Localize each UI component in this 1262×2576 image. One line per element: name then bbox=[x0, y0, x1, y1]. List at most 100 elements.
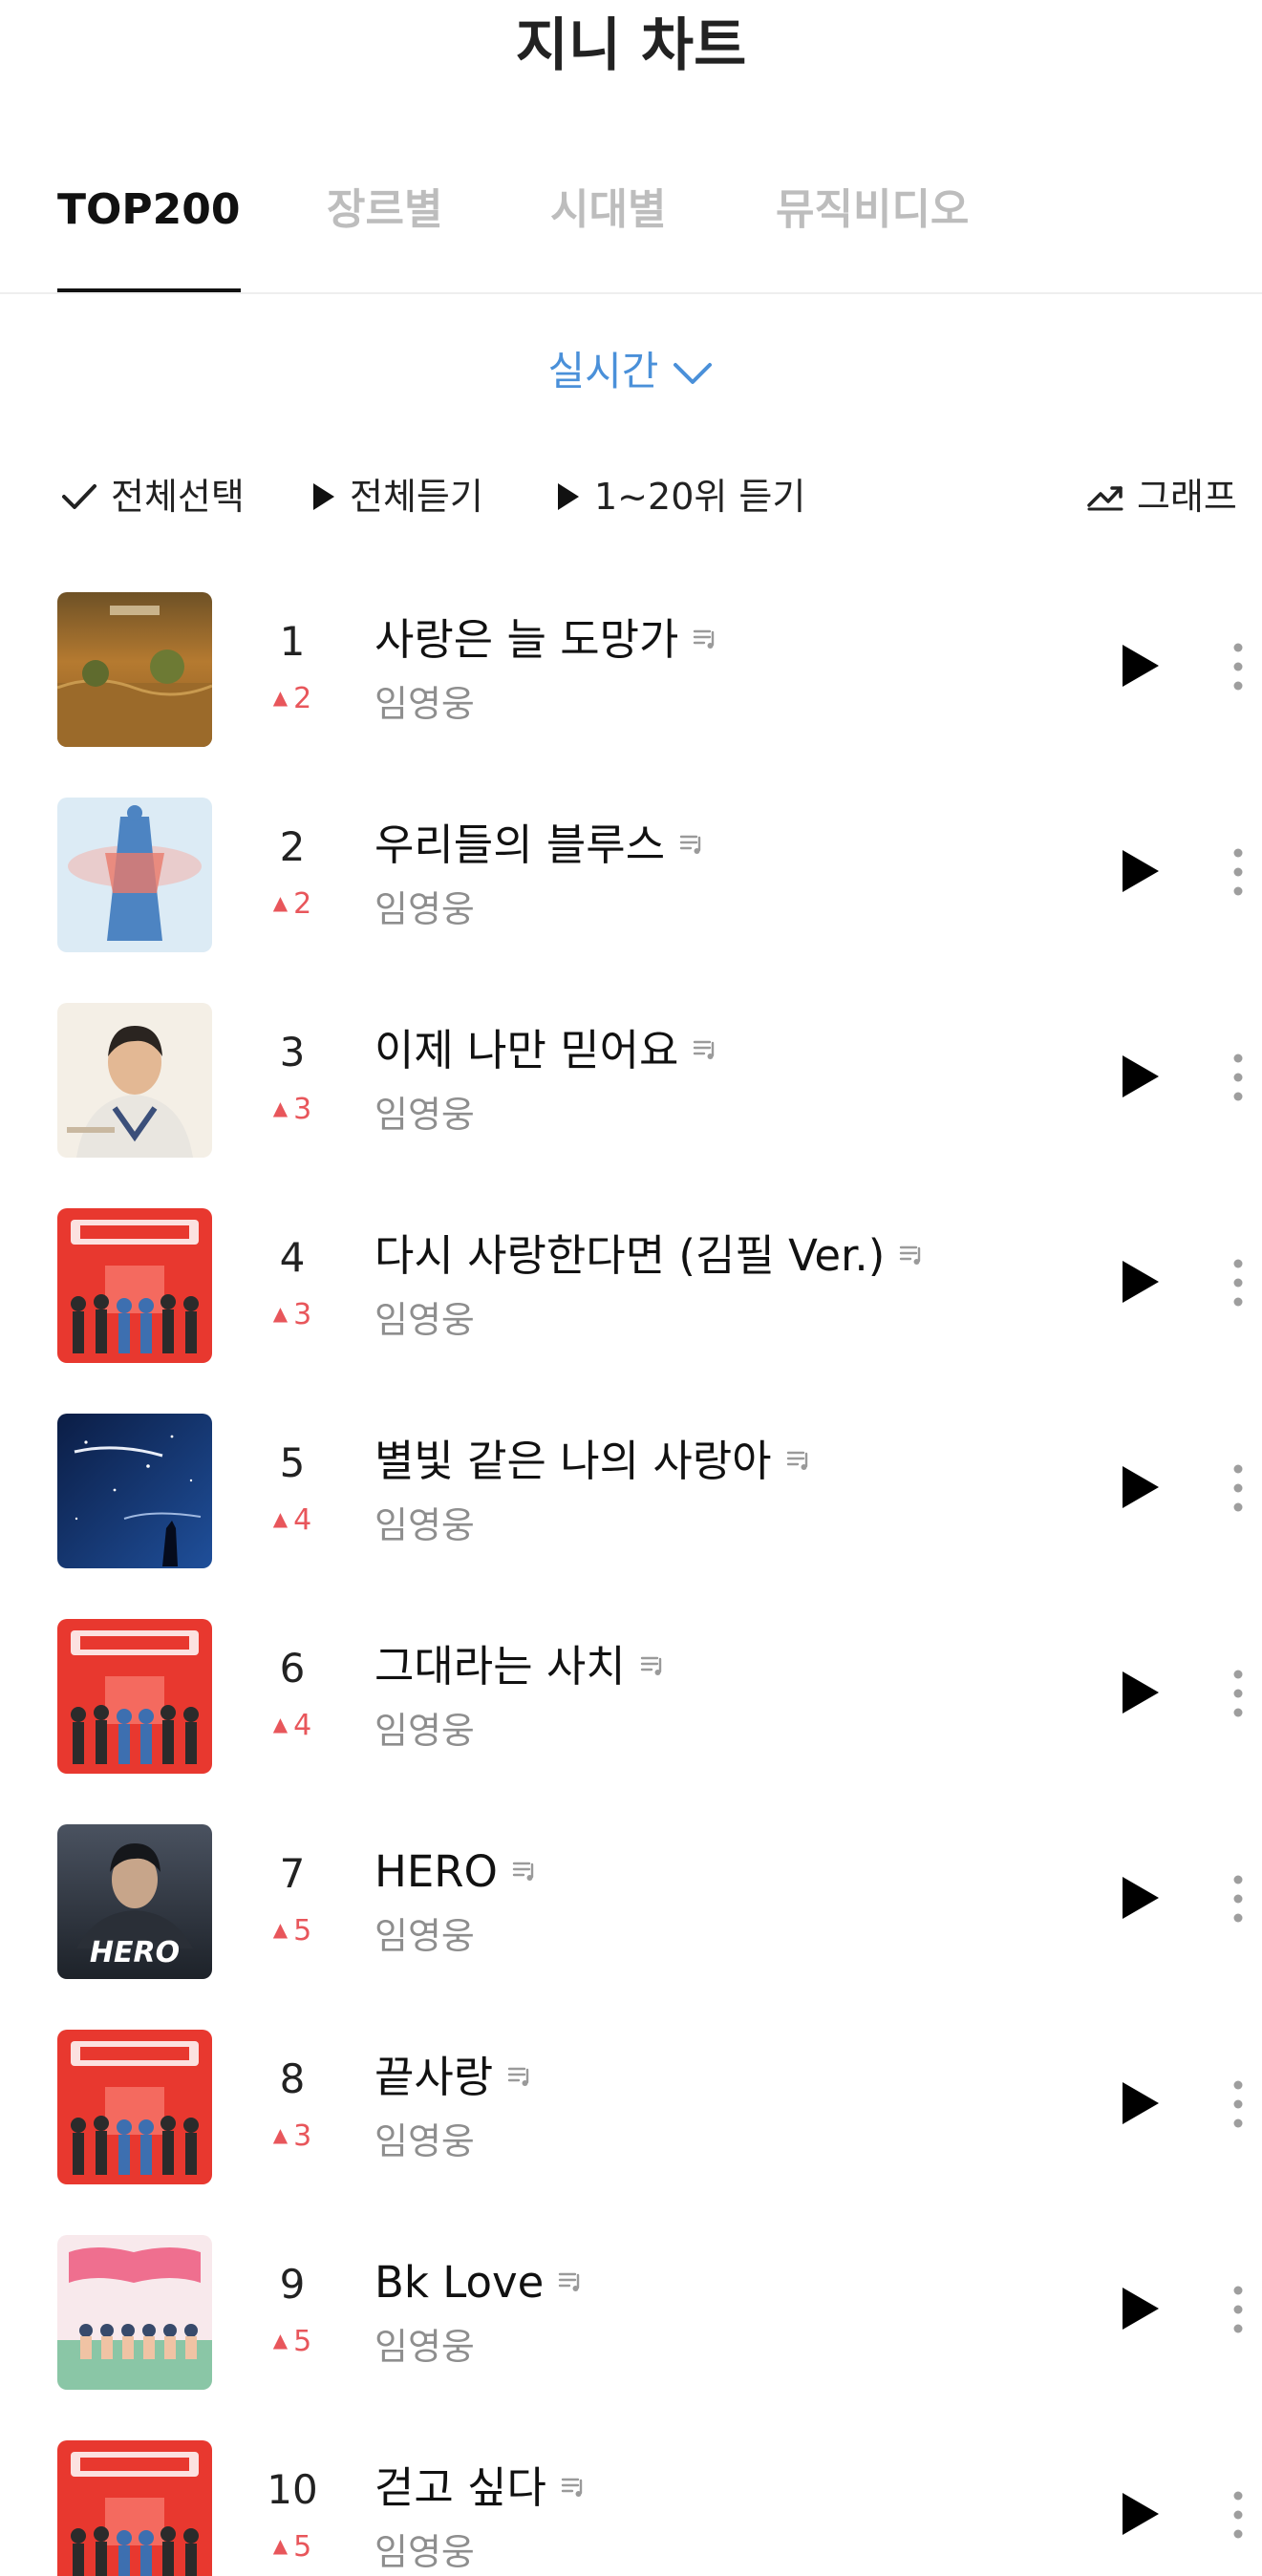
tab-top200[interactable]: TOP200 bbox=[57, 172, 241, 296]
artist-name[interactable]: 임영웅 bbox=[374, 1296, 475, 1344]
song-title: 이제 나만 믿어요 bbox=[374, 1025, 679, 1075]
play-button[interactable] bbox=[1120, 2079, 1162, 2127]
period-selector[interactable]: 실시간 bbox=[0, 338, 1262, 408]
play-button[interactable] bbox=[1120, 1874, 1162, 1922]
chart-row[interactable]: 4 ▲ 3 다시 사랑한다면 (김필 Ver.) 임영웅 bbox=[0, 1189, 1262, 1394]
lyrics-icon[interactable] bbox=[560, 2457, 587, 2514]
tab-era[interactable]: 시대별 bbox=[550, 172, 666, 296]
artist-name[interactable]: 임영웅 bbox=[374, 680, 475, 728]
more-options-icon[interactable] bbox=[1229, 640, 1248, 693]
lyrics-icon[interactable] bbox=[506, 2046, 533, 2103]
chart-row[interactable]: 1 ▲ 2 사랑은 늘 도망가 임영웅 bbox=[0, 573, 1262, 778]
rank-change-value: 5 bbox=[293, 1914, 312, 1948]
album-cover[interactable] bbox=[57, 1003, 212, 1158]
play-top20-label: 1~20위 듣기 bbox=[594, 476, 806, 518]
album-cover[interactable]: HERO bbox=[57, 1824, 212, 1979]
song-title-row[interactable]: 우리들의 블루스 bbox=[374, 817, 705, 877]
lyrics-icon[interactable] bbox=[898, 1224, 925, 1282]
album-cover[interactable] bbox=[57, 798, 212, 952]
song-title-row[interactable]: 걷고 싶다 bbox=[374, 2459, 587, 2520]
artist-name[interactable]: 임영웅 bbox=[374, 1501, 475, 1549]
song-title-row[interactable]: 별빛 같은 나의 사랑아 bbox=[374, 1433, 812, 1493]
song-title-row[interactable]: Bk Love bbox=[374, 2254, 584, 2314]
rank-number: 7 bbox=[279, 1850, 306, 1897]
lyrics-icon[interactable] bbox=[511, 1841, 538, 1898]
chart-row[interactable]: 3 ▲ 3 이제 나만 믿어요 임영웅 bbox=[0, 984, 1262, 1189]
play-button[interactable] bbox=[1120, 1053, 1162, 1100]
play-button[interactable] bbox=[1120, 1463, 1162, 1511]
play-icon bbox=[558, 482, 579, 510]
select-all-button[interactable]: 전체선택 bbox=[61, 458, 245, 535]
song-title-row[interactable]: 다시 사랑한다면 (김필 Ver.) bbox=[374, 1227, 925, 1288]
album-cover[interactable] bbox=[57, 2235, 212, 2390]
rank-change-value: 3 bbox=[293, 2119, 312, 2153]
hero-cover-text: HERO bbox=[90, 1936, 180, 1969]
album-cover[interactable] bbox=[57, 1619, 212, 1774]
more-options-icon[interactable] bbox=[1229, 1461, 1248, 1515]
chart-row[interactable]: 9 ▲ 5 Bk Love 임영웅 bbox=[0, 2216, 1262, 2421]
album-cover[interactable] bbox=[57, 2440, 212, 2576]
more-options-icon[interactable] bbox=[1229, 1872, 1248, 1926]
artist-name[interactable]: 임영웅 bbox=[374, 2118, 475, 2165]
song-title-row[interactable]: HERO bbox=[374, 1843, 538, 1904]
song-title-row[interactable]: 이제 나만 믿어요 bbox=[374, 1022, 718, 1082]
play-all-button[interactable]: 전체듣기 bbox=[311, 458, 483, 535]
rank-up-icon: ▲ bbox=[272, 1507, 289, 1530]
more-options-icon[interactable] bbox=[1229, 1256, 1248, 1309]
rank-up-icon: ▲ bbox=[272, 891, 289, 914]
lyrics-icon[interactable] bbox=[557, 2251, 584, 2309]
rank-number: 4 bbox=[279, 1234, 306, 1281]
artist-name[interactable]: 임영웅 bbox=[374, 885, 475, 933]
lyrics-icon[interactable] bbox=[692, 608, 718, 666]
tab-music-video[interactable]: 뮤직비디오 bbox=[776, 172, 969, 296]
rank-number: 2 bbox=[279, 823, 306, 870]
album-cover[interactable] bbox=[57, 2030, 212, 2184]
chart-toolbar: 전체선택 전체듣기 1~20위 듣기 그래프 bbox=[0, 458, 1262, 535]
chart-row[interactable]: 8 ▲ 3 끝사랑 임영웅 bbox=[0, 2011, 1262, 2216]
play-button[interactable] bbox=[1120, 2285, 1162, 2332]
rank-number: 5 bbox=[279, 1439, 306, 1486]
play-button[interactable] bbox=[1120, 1258, 1162, 1306]
song-title-row[interactable]: 사랑은 늘 도망가 bbox=[374, 611, 718, 671]
artist-name[interactable]: 임영웅 bbox=[374, 1091, 475, 1139]
play-all-label: 전체듣기 bbox=[350, 476, 483, 518]
album-cover[interactable] bbox=[57, 592, 212, 747]
chart-row[interactable]: 5 ▲ 4 별빛 같은 나의 사랑아임영웅 bbox=[0, 1394, 1262, 1600]
song-title-row[interactable]: 끝사랑 bbox=[374, 2049, 533, 2109]
rank-change: ▲ 4 bbox=[239, 1501, 346, 1542]
graph-label: 그래프 bbox=[1137, 476, 1237, 518]
play-button[interactable] bbox=[1120, 847, 1162, 895]
play-button[interactable] bbox=[1120, 642, 1162, 690]
chart-row[interactable]: HERO 7 ▲ 5 HERO 임영웅 bbox=[0, 1805, 1262, 2011]
more-options-icon[interactable] bbox=[1229, 2077, 1248, 2131]
chart-row[interactable]: 2 ▲ 2 우리들의 블루스 임영웅 bbox=[0, 778, 1262, 984]
song-title-row[interactable]: 그대라는 사치 bbox=[374, 1638, 666, 1698]
rank-change-value: 4 bbox=[293, 1709, 312, 1742]
song-title: 그대라는 사치 bbox=[374, 1641, 626, 1692]
more-options-icon[interactable] bbox=[1229, 2488, 1248, 2542]
rank-number: 8 bbox=[279, 2055, 306, 2102]
more-options-icon[interactable] bbox=[1229, 845, 1248, 899]
more-options-icon[interactable] bbox=[1229, 1051, 1248, 1104]
play-top20-button[interactable]: 1~20위 듣기 bbox=[556, 458, 805, 535]
lyrics-icon[interactable] bbox=[692, 1019, 718, 1076]
album-cover[interactable] bbox=[57, 1414, 212, 1568]
lyrics-icon[interactable] bbox=[785, 1430, 812, 1487]
album-cover[interactable] bbox=[57, 1208, 212, 1363]
lyrics-icon[interactable] bbox=[678, 814, 705, 871]
play-button[interactable] bbox=[1120, 2490, 1162, 2538]
artist-name[interactable]: 임영웅 bbox=[374, 2528, 475, 2576]
more-options-icon[interactable] bbox=[1229, 1667, 1248, 1720]
more-options-icon[interactable] bbox=[1229, 2283, 1248, 2336]
graph-button[interactable]: 그래프 bbox=[1087, 458, 1237, 535]
artist-name[interactable]: 임영웅 bbox=[374, 2323, 475, 2371]
chart-row[interactable]: 6 ▲ 4 그대라는 사치 임영웅 bbox=[0, 1600, 1262, 1805]
artist-name[interactable]: 임영웅 bbox=[374, 1912, 475, 1960]
play-button[interactable] bbox=[1120, 1669, 1162, 1716]
chart-row[interactable]: 10 ▲ 5 걷고 싶다 임영웅 bbox=[0, 2421, 1262, 2576]
rank-change-value: 3 bbox=[293, 1093, 312, 1126]
lyrics-icon[interactable] bbox=[639, 1635, 666, 1692]
tab-genre[interactable]: 장르별 bbox=[327, 172, 442, 296]
rank-number: 10 bbox=[267, 2466, 318, 2513]
artist-name[interactable]: 임영웅 bbox=[374, 1707, 475, 1755]
